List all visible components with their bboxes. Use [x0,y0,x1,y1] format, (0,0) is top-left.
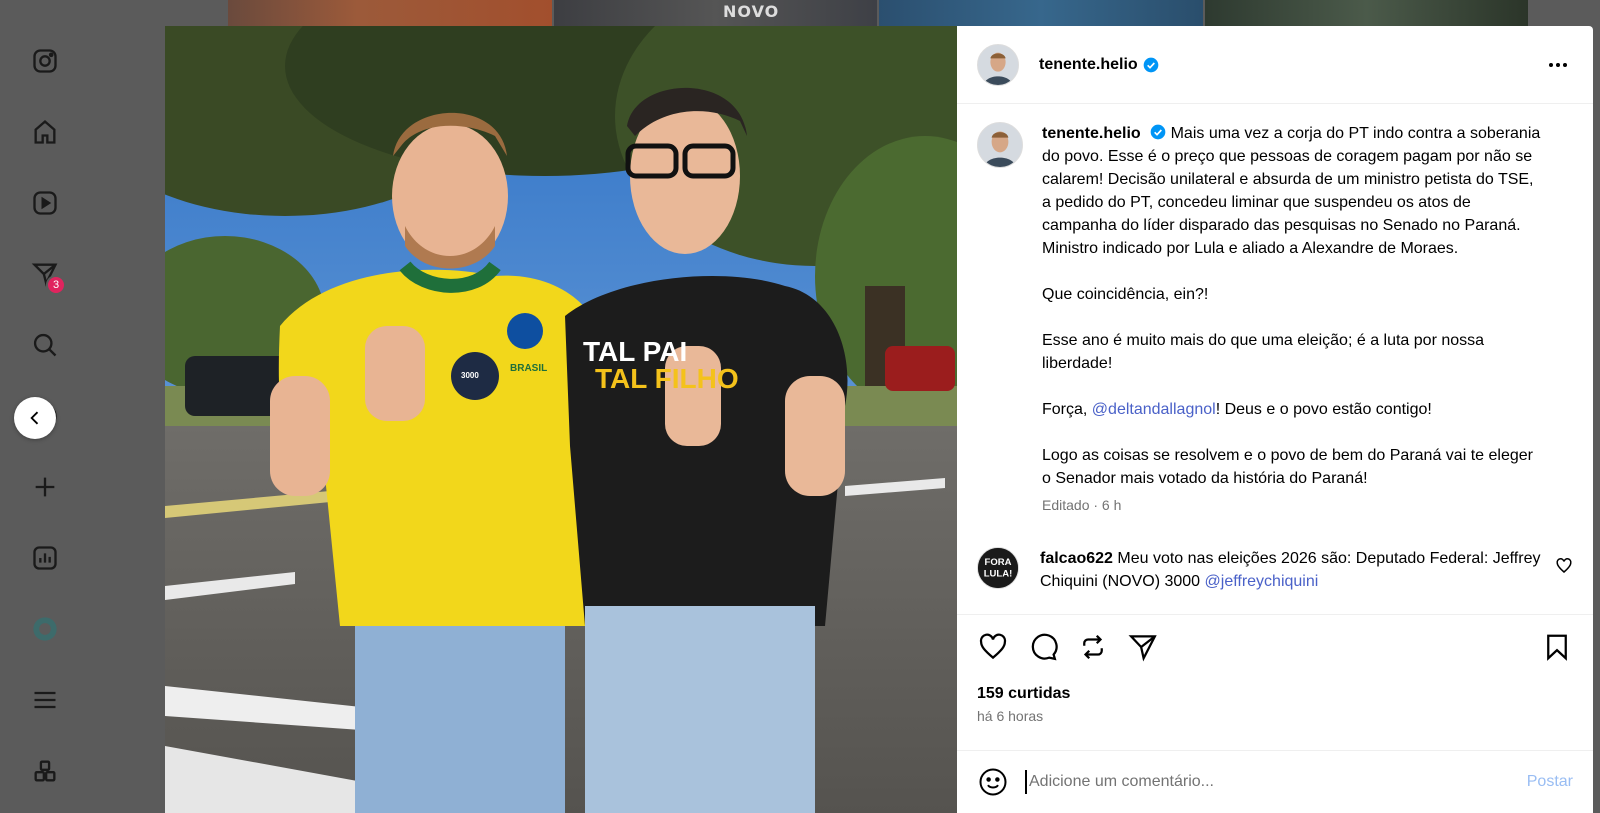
caption-author-avatar[interactable] [977,122,1023,168]
campaign-badge-number: 3000 [461,371,479,380]
author-avatar[interactable] [977,43,1019,86]
svg-text:LULA!: LULA! [984,569,1013,580]
repost-button[interactable] [1077,631,1109,663]
svg-text:FORA: FORA [985,557,1012,568]
mention-link[interactable]: @jeffreychiquini [1205,573,1319,590]
search-icon[interactable] [27,327,63,363]
caption-paragraph-1: Mais uma vez a corja do PT indo contra a… [1042,125,1541,257]
dashboard-icon[interactable] [27,540,63,576]
heart-icon [979,633,1007,660]
shirt-text-line-2: TAL FILHO [595,363,739,394]
comment-icon [1031,633,1058,661]
save-button[interactable] [1541,631,1573,663]
threads-icon[interactable] [27,611,63,647]
feed-thumbnail [228,0,552,26]
post-side-panel: tenente.helio tenente.helio Mais uma vez… [957,26,1593,813]
notification-badge: 3 [46,275,66,295]
commenter-avatar[interactable]: FORA LULA! [977,547,1019,589]
post-image: BRASIL 3000 TAL PAI TAL FILHO [165,26,957,813]
jersey-text: BRASIL [510,363,547,374]
caption-paragraph-3: Esse ano é muito mais do que uma eleição… [1042,332,1485,372]
caption-paragraph-4: Força, @deltandallagnol! Deus e o povo e… [1042,398,1542,421]
caption-text-fragment: ! Deus e o povo estão contigo! [1215,401,1432,418]
author-username[interactable]: tenente.helio [1039,56,1138,74]
background-feed-strip: NOVO [228,0,1528,26]
action-icons [977,615,1573,679]
verified-badge-icon [1143,57,1159,72]
feed-thumbnail [1204,0,1528,26]
caption-text-fragment: Força, [1042,401,1092,418]
post-comment-button[interactable]: Postar [1527,773,1573,791]
likes-count[interactable]: 159 curtidas [977,685,1573,703]
comment-text: falcao622 Meu voto nas eleições 2026 são… [1040,547,1550,593]
send-icon [1128,635,1157,662]
repost-icon [1083,634,1103,660]
create-icon[interactable] [27,469,63,505]
left-nav: 3 [0,0,90,813]
ellipsis-icon [1549,62,1567,67]
chevron-left-icon [30,411,39,425]
background-logo: NOVO [723,2,780,21]
comment-input[interactable] [1025,770,1515,794]
post-photo[interactable]: BRASIL 3000 TAL PAI TAL FILHO [165,26,957,813]
more-apps-icon[interactable] [27,753,63,789]
post-caption: tenente.helio Mais uma vez a corja do PT… [977,122,1573,517]
post-timestamp: há 6 horas [977,708,1044,724]
post-header: tenente.helio [957,26,1593,104]
previous-post-button[interactable] [14,397,56,439]
reels-icon[interactable] [27,185,63,221]
post-actions: 159 curtidas há 6 horas [957,614,1593,744]
comment-item: FORA LULA! falcao622 Meu voto nas eleiçõe… [977,547,1573,593]
feed-thumbnail [879,0,1203,26]
messages-icon[interactable]: 3 [27,256,66,295]
comments-area[interactable]: tenente.helio Mais uma vez a corja do PT… [957,104,1593,614]
commenter-username[interactable]: falcao622 [1040,550,1113,567]
mention-link[interactable]: @deltandallagnol [1092,401,1216,418]
emoji-icon [979,768,1007,796]
caption-meta: Editado · 6 h [1042,497,1122,513]
home-icon[interactable] [27,114,63,150]
instagram-icon[interactable] [27,43,63,79]
caption-text: tenente.helio Mais uma vez a corja do PT… [1042,122,1542,517]
comment-like-heart-icon[interactable] [1555,557,1573,575]
share-button[interactable] [1127,631,1159,663]
comment-composer: Postar [957,750,1593,813]
emoji-button[interactable] [977,766,1009,798]
comment-button[interactable] [1027,631,1059,663]
verified-badge-icon [1150,124,1166,140]
caption-paragraph-5: Logo as coisas se resolvem e o povo de b… [1042,447,1533,487]
menu-icon[interactable] [27,682,63,718]
feed-thumbnail [553,0,877,26]
caption-username[interactable]: tenente.helio [1042,125,1141,142]
like-button[interactable] [977,631,1009,663]
bookmark-icon [1547,634,1567,661]
caption-paragraph-2: Que coincidência, ein?! [1042,286,1209,303]
more-options-button[interactable] [1543,50,1573,80]
